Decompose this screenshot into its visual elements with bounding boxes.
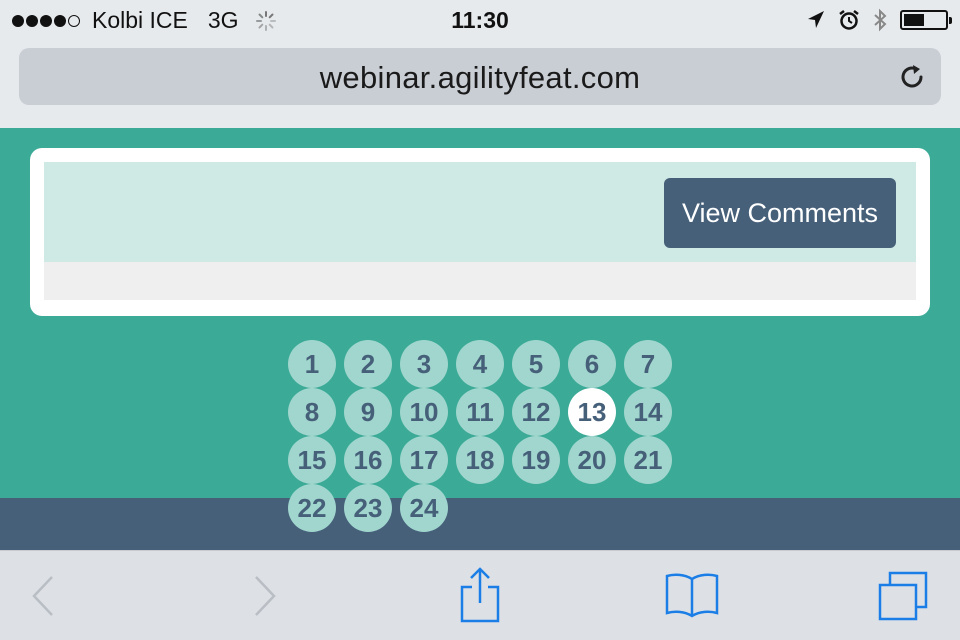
share-icon[interactable] <box>458 567 502 623</box>
battery-icon <box>900 10 952 30</box>
page-button-3[interactable]: 3 <box>400 340 448 388</box>
address-bar[interactable]: webinar.agilityfeat.com <box>19 48 941 105</box>
page-button-23[interactable]: 23 <box>344 484 392 532</box>
page-button-12[interactable]: 12 <box>512 388 560 436</box>
page-button-16[interactable]: 16 <box>344 436 392 484</box>
page-button-20[interactable]: 20 <box>568 436 616 484</box>
page-button-5[interactable]: 5 <box>512 340 560 388</box>
location-arrow-icon <box>808 11 824 28</box>
page-button-14[interactable]: 14 <box>624 388 672 436</box>
page-button-11[interactable]: 11 <box>456 388 504 436</box>
page-button-13[interactable]: 13 <box>568 388 616 436</box>
bluetooth-icon <box>874 8 887 32</box>
back-icon[interactable] <box>30 573 56 619</box>
page-button-24[interactable]: 24 <box>400 484 448 532</box>
status-right <box>806 8 952 32</box>
reload-icon[interactable] <box>897 62 927 92</box>
page-button-1[interactable]: 1 <box>288 340 336 388</box>
comments-card: View Comments <box>30 148 930 316</box>
alarm-icon <box>839 10 859 30</box>
page-button-19[interactable]: 19 <box>512 436 560 484</box>
card-footer-area <box>44 262 916 300</box>
footer-band <box>0 498 960 550</box>
page-button-22[interactable]: 22 <box>288 484 336 532</box>
page-button-7[interactable]: 7 <box>624 340 672 388</box>
page-button-10[interactable]: 10 <box>400 388 448 436</box>
page-button-8[interactable]: 8 <box>288 388 336 436</box>
bookmarks-icon[interactable] <box>664 571 720 619</box>
page-button-15[interactable]: 15 <box>288 436 336 484</box>
page-button-2[interactable]: 2 <box>344 340 392 388</box>
page-button-4[interactable]: 4 <box>456 340 504 388</box>
page-button-21[interactable]: 21 <box>624 436 672 484</box>
url-text[interactable]: webinar.agilityfeat.com <box>19 60 941 96</box>
browser-toolbar <box>0 550 960 640</box>
page-button-6[interactable]: 6 <box>568 340 616 388</box>
page-button-9[interactable]: 9 <box>344 388 392 436</box>
card-header-area: View Comments <box>44 162 916 262</box>
forward-icon[interactable] <box>252 573 278 619</box>
status-bar: Kolbi ICE 3G 11:30 <box>0 0 960 40</box>
view-comments-button[interactable]: View Comments <box>664 178 896 248</box>
page-button-17[interactable]: 17 <box>400 436 448 484</box>
browser-chrome: webinar.agilityfeat.com <box>0 40 960 128</box>
tabs-icon[interactable] <box>876 571 930 623</box>
page-button-18[interactable]: 18 <box>456 436 504 484</box>
